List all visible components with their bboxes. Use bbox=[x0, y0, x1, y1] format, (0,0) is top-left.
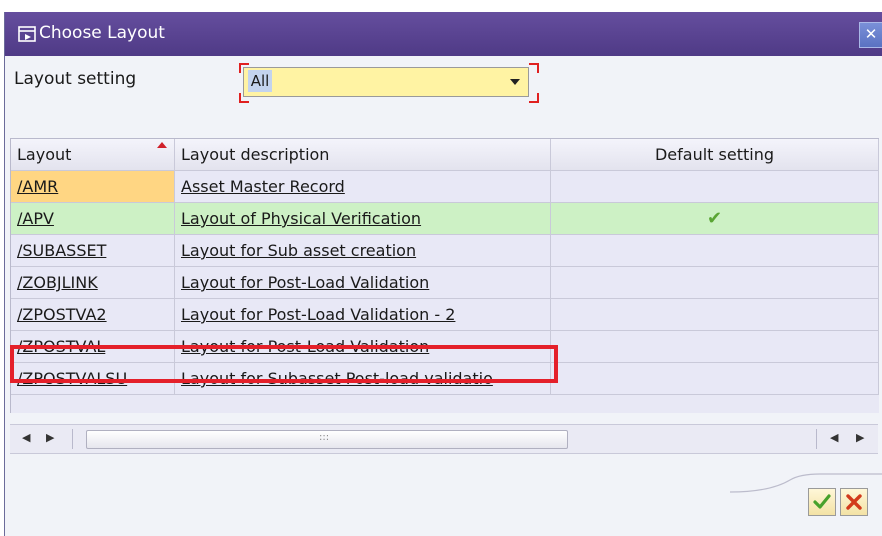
layout-icon bbox=[18, 26, 36, 42]
column-header-layout[interactable]: Layout bbox=[11, 139, 175, 171]
layout-description-cell[interactable]: Asset Master Record bbox=[175, 171, 551, 203]
scroll-left-icon[interactable]: ◀ bbox=[830, 431, 838, 444]
layout-table: Layout Layout description Default settin… bbox=[10, 138, 879, 413]
layout-description-cell[interactable]: Layout for Subasset Post-load validatio bbox=[175, 363, 551, 395]
focus-marker bbox=[529, 93, 539, 103]
layout-setting-label: Layout setting bbox=[14, 69, 137, 89]
layout-key-cell[interactable]: /SUBASSET bbox=[11, 235, 175, 267]
table-row[interactable]: /APV Layout of Physical Verification ✔ bbox=[11, 203, 879, 235]
default-setting-cell bbox=[551, 331, 879, 363]
scroll-right-icon[interactable]: ▶ bbox=[856, 431, 864, 444]
grip-icon: ::: bbox=[319, 432, 330, 443]
layout-key-cell[interactable]: /ZOBJLINK bbox=[11, 267, 175, 299]
layout-setting-dropdown[interactable]: All bbox=[243, 67, 529, 97]
confirm-button[interactable] bbox=[808, 488, 836, 516]
table-row[interactable]: /AMR Asset Master Record bbox=[11, 171, 879, 203]
default-setting-cell bbox=[551, 235, 879, 267]
layout-key-cell[interactable]: /ZPOSTVA2 bbox=[11, 299, 175, 331]
close-icon[interactable]: ✕ bbox=[859, 22, 882, 48]
default-setting-cell bbox=[551, 171, 879, 203]
default-setting-cell bbox=[551, 363, 879, 395]
table-row[interactable]: /ZPOSTVAL Layout for Post-Load Validatio… bbox=[11, 331, 879, 363]
column-header-description[interactable]: Layout description bbox=[175, 139, 551, 171]
check-icon: ✔ bbox=[706, 208, 723, 229]
scroll-left-icon[interactable]: ◀ bbox=[22, 431, 30, 444]
table-row[interactable]: /SUBASSET Layout for Sub asset creation bbox=[11, 235, 879, 267]
layout-setting-value: All bbox=[248, 70, 272, 92]
layout-description-cell[interactable]: Layout for Post-Load Validation bbox=[175, 331, 551, 363]
layout-key-cell[interactable]: /AMR bbox=[11, 171, 175, 203]
divider bbox=[72, 429, 73, 449]
table-row[interactable]: /ZPOSTVA2 Layout for Post-Load Validatio… bbox=[11, 299, 879, 331]
cancel-button[interactable] bbox=[840, 488, 868, 516]
divider bbox=[816, 429, 817, 449]
layout-key-cell[interactable]: /APV bbox=[11, 203, 175, 235]
scrollbar-thumb[interactable]: ::: bbox=[86, 430, 568, 449]
dialog-title: Choose Layout bbox=[39, 23, 165, 43]
confirm-icon bbox=[813, 494, 831, 509]
layout-description-cell[interactable]: Layout of Physical Verification bbox=[175, 203, 551, 235]
sort-ascending-icon bbox=[157, 142, 167, 148]
default-setting-cell: ✔ bbox=[551, 203, 879, 235]
table-header-row: Layout Layout description Default settin… bbox=[11, 139, 879, 171]
scroll-right-icon[interactable]: ▶ bbox=[46, 431, 54, 444]
layout-description-cell[interactable]: Layout for Post-Load Validation - 2 bbox=[175, 299, 551, 331]
layout-description-cell[interactable]: Layout for Sub asset creation bbox=[175, 235, 551, 267]
cancel-icon bbox=[846, 494, 862, 510]
table-row[interactable]: /ZOBJLINK Layout for Post-Load Validatio… bbox=[11, 267, 879, 299]
default-setting-cell bbox=[551, 299, 879, 331]
layout-key-cell[interactable]: /ZPOSTVALSU bbox=[11, 363, 175, 395]
dropdown-arrow-icon[interactable] bbox=[510, 79, 520, 85]
layout-key-cell[interactable]: /ZPOSTVAL bbox=[11, 331, 175, 363]
layout-description-cell[interactable]: Layout for Post-Load Validation bbox=[175, 267, 551, 299]
dialog-title-bar: Choose Layout ✕ bbox=[5, 12, 882, 56]
focus-marker bbox=[529, 63, 539, 73]
table-row[interactable]: /ZPOSTVALSU Layout for Subasset Post-loa… bbox=[11, 363, 879, 395]
horizontal-scrollbar[interactable]: ◀ ▶ ::: ◀ ▶ bbox=[10, 424, 878, 454]
column-header-default[interactable]: Default setting bbox=[551, 139, 879, 171]
default-setting-cell bbox=[551, 267, 879, 299]
